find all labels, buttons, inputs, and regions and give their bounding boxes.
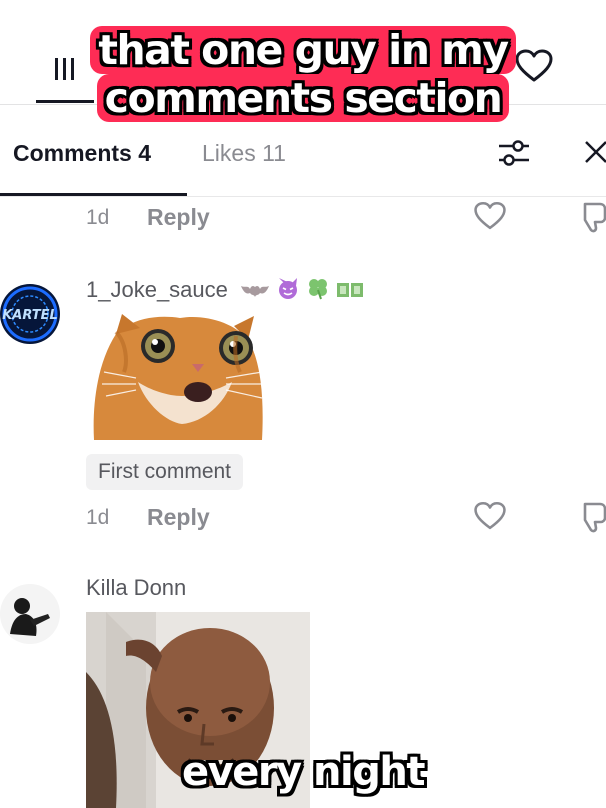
filter-icon[interactable]: [497, 136, 531, 170]
divider: [0, 196, 606, 197]
caption-line: that one guy in my: [90, 26, 516, 74]
avatar-image: KARTEL: [0, 284, 60, 344]
comment-time: 1d: [86, 206, 110, 229]
username-emojis: [240, 276, 364, 306]
comment-actions: 1d Reply: [86, 201, 606, 234]
meme-caption: that one guy in my comments section: [0, 26, 606, 122]
avatar[interactable]: KARTEL: [0, 284, 60, 344]
username: 1_Joke_sauce: [86, 277, 228, 302]
reply-button[interactable]: Reply: [147, 204, 210, 231]
heart-icon[interactable]: [473, 500, 507, 532]
bat-icon: [241, 285, 270, 297]
username: Killa Donn: [86, 575, 187, 600]
tab-comments[interactable]: Comments 4: [13, 140, 151, 167]
clover-icon: [309, 279, 328, 300]
avatar[interactable]: [0, 584, 60, 644]
reply-button[interactable]: Reply: [147, 504, 210, 531]
comment-actions: 1d Reply: [86, 501, 606, 534]
heart-icon[interactable]: [473, 200, 507, 232]
comment-author[interactable]: Killa Donn: [86, 575, 186, 601]
avatar-image: [0, 584, 60, 644]
caption-line: comments section: [96, 74, 510, 122]
meme-caption-bottom: every night: [182, 749, 425, 795]
close-icon[interactable]: [584, 140, 606, 164]
comment-time: 1d: [86, 506, 110, 529]
dislike-icon[interactable]: [580, 200, 606, 234]
dislike-icon[interactable]: [580, 500, 606, 534]
cat-sticker: [93, 314, 264, 440]
first-comment-badge: First comment: [86, 454, 244, 490]
comment-sticker[interactable]: [86, 312, 264, 440]
money-icon: [337, 283, 364, 297]
comment-author[interactable]: 1_Joke_sauce: [86, 276, 364, 306]
avatar-text: KARTEL: [2, 308, 58, 323]
tab-likes[interactable]: Likes 11: [202, 140, 286, 167]
devil-icon: [279, 278, 298, 299]
